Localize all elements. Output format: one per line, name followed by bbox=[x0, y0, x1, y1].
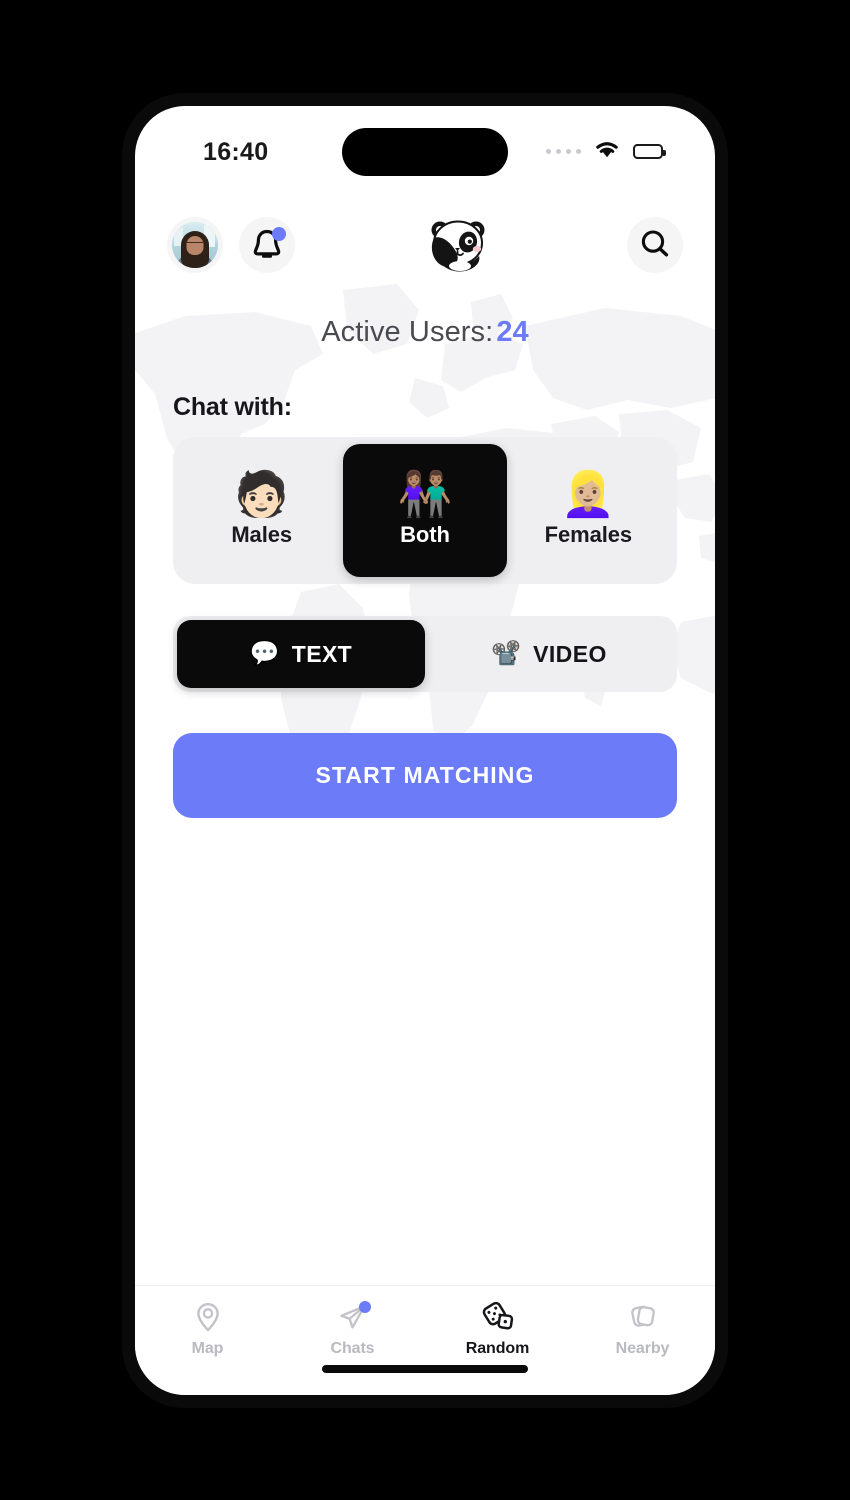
tab-chats[interactable]: Chats bbox=[280, 1300, 425, 1358]
notifications-button[interactable] bbox=[239, 217, 295, 273]
status-bar: 16:40 bbox=[135, 106, 715, 184]
tab-label: Map bbox=[191, 1340, 224, 1357]
tab-random[interactable]: Random bbox=[425, 1300, 570, 1358]
gender-option-males[interactable]: 🧑🏻 Males bbox=[180, 444, 343, 577]
tab-label: Chats bbox=[330, 1340, 375, 1357]
video-camera-icon: 📽️ bbox=[491, 640, 522, 667]
active-users-status: Active Users: 24 bbox=[173, 316, 677, 349]
chats-unread-badge bbox=[358, 1301, 371, 1313]
avatar-image bbox=[172, 222, 218, 268]
mode-option-video[interactable]: 📽️ VIDEO bbox=[425, 620, 673, 688]
chat-mode-segmented-control: 💬 TEXT 📽️ VIDEO bbox=[173, 616, 677, 692]
couple-emoji-icon: 👫🏽 bbox=[397, 470, 453, 519]
dice-icon bbox=[481, 1300, 515, 1334]
dynamic-island bbox=[342, 128, 508, 176]
gender-filter-segmented-control: 🧑🏻 Males 👫🏽 Both 👱🏼‍♀️ Females bbox=[173, 437, 677, 584]
active-users-count: 24 bbox=[496, 316, 529, 348]
search-icon bbox=[639, 228, 671, 263]
gender-option-both[interactable]: 👫🏽 Both bbox=[343, 444, 507, 577]
battery-full-icon bbox=[633, 144, 666, 159]
mode-option-label: VIDEO bbox=[533, 640, 607, 667]
map-pin-icon bbox=[191, 1300, 225, 1334]
notification-badge bbox=[272, 227, 286, 241]
app-header bbox=[135, 201, 715, 289]
cellular-dots-icon bbox=[545, 148, 581, 155]
tab-label: Nearby bbox=[615, 1340, 670, 1357]
male-emoji-icon: 🧑🏻 bbox=[234, 470, 290, 519]
tab-map[interactable]: Map bbox=[135, 1300, 280, 1358]
chat-with-label: Chat with: bbox=[173, 393, 292, 421]
gender-option-label: Males bbox=[231, 522, 292, 547]
status-time: 16:40 bbox=[203, 138, 269, 166]
paper-plane-icon bbox=[336, 1300, 371, 1334]
gender-option-females[interactable]: 👱🏼‍♀️ Females bbox=[507, 444, 670, 577]
gender-option-label: Females bbox=[544, 522, 632, 547]
panda-logo bbox=[289, 216, 627, 274]
mode-option-text[interactable]: 💬 TEXT bbox=[177, 620, 425, 688]
start-matching-button[interactable]: START MATCHING bbox=[173, 733, 677, 818]
wifi-icon bbox=[593, 139, 621, 164]
bottom-tab-bar: Map Chats Random Nearby bbox=[135, 1285, 715, 1395]
search-button[interactable] bbox=[627, 217, 683, 273]
mode-option-label: TEXT bbox=[291, 640, 353, 667]
speech-balloon-icon: 💬 bbox=[249, 640, 280, 667]
tab-label: Random bbox=[465, 1340, 530, 1357]
gender-option-label: Both bbox=[400, 522, 450, 547]
female-emoji-icon: 👱🏼‍♀️ bbox=[560, 470, 616, 519]
avatar[interactable] bbox=[167, 217, 223, 273]
card-stack-icon bbox=[626, 1300, 660, 1334]
tab-nearby[interactable]: Nearby bbox=[570, 1300, 715, 1358]
status-indicators bbox=[545, 139, 666, 164]
active-users-label: Active Users: bbox=[321, 316, 494, 348]
home-indicator[interactable] bbox=[322, 1365, 528, 1373]
phone-frame: 16:40 Active Users: 24 Chat with: 🧑🏻 Mal… bbox=[122, 93, 728, 1408]
phone-screen: 16:40 Active Users: 24 Chat with: 🧑🏻 Mal… bbox=[135, 106, 715, 1395]
main-content: Active Users: 24 Chat with: 🧑🏻 Males 👫🏽 B… bbox=[135, 289, 715, 1309]
